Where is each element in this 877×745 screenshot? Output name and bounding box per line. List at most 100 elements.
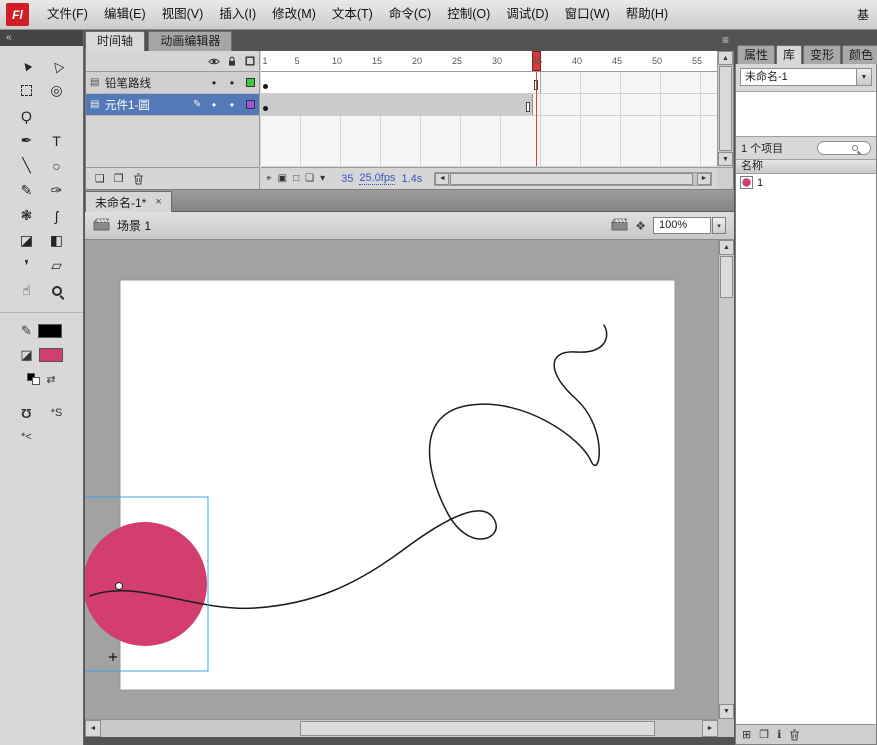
paint-bucket-tool[interactable]: ◪	[12, 229, 42, 252]
timeline-h-scrollbar[interactable]: ◄ ►	[434, 172, 712, 186]
scroll-right-button[interactable]: ►	[697, 173, 711, 185]
tab-motion-editor[interactable]: 动画编辑器	[148, 31, 232, 51]
frame-row[interactable]	[261, 94, 717, 116]
library-search-input[interactable]	[817, 141, 871, 155]
menu-item-help[interactable]: 帮助(H)	[618, 0, 676, 29]
tab-timeline[interactable]: 时间轴	[85, 31, 145, 51]
library-document-select[interactable]: 未命名-1 ▼	[740, 68, 872, 86]
default-colors-button[interactable]	[27, 373, 40, 385]
properties-button[interactable]: ℹ	[777, 728, 781, 741]
center-frame-icon[interactable]: ⌖	[266, 173, 272, 184]
stage-v-scrollbar[interactable]: ▲ ▼	[718, 240, 734, 719]
oval-tool[interactable]: ○	[42, 154, 72, 177]
menu-item-modify[interactable]: 修改(M)	[264, 0, 324, 29]
scene-name[interactable]: 场景 1	[117, 217, 151, 234]
new-folder-button[interactable]: ❐	[759, 728, 769, 741]
subselection-tool[interactable]: △	[42, 54, 72, 77]
line-tool[interactable]: ╲	[12, 154, 42, 177]
snap-to-objects-button[interactable]: Ω	[12, 403, 42, 423]
scrollbar-track[interactable]	[718, 65, 733, 152]
show-hide-all-layers-icon[interactable]	[205, 57, 223, 66]
scroll-up-button[interactable]: ▲	[719, 240, 734, 255]
bone-tool[interactable]: ʃ	[42, 204, 72, 227]
scroll-down-button[interactable]: ▼	[718, 152, 733, 166]
layer-outline-swatch[interactable]	[246, 100, 255, 109]
scrollbar-thumb[interactable]	[720, 256, 733, 298]
pencil-mode-alt-button[interactable]: *<	[12, 427, 42, 447]
zoom-dropdown-button[interactable]: ▾	[712, 217, 726, 234]
layer-lock-dot[interactable]: •	[223, 98, 241, 112]
pencil-tool[interactable]: ✎	[12, 179, 42, 202]
menu-item-window[interactable]: 窗口(W)	[557, 0, 618, 29]
deco-tool[interactable]: ❃	[12, 204, 42, 227]
layer-lock-dot[interactable]: •	[223, 76, 241, 90]
scroll-up-button[interactable]: ▲	[718, 51, 733, 65]
scrollbar-thumb[interactable]	[450, 173, 693, 185]
scroll-left-button[interactable]: ◄	[85, 720, 101, 737]
stroke-color-swatch[interactable]	[38, 324, 62, 338]
current-frame-indicator[interactable]: 35	[341, 173, 353, 185]
layer-name[interactable]: 铅笔路线	[105, 75, 205, 91]
panel-menu-icon[interactable]: ≡	[722, 33, 729, 47]
menu-item-view[interactable]: 视图(V)	[154, 0, 212, 29]
delete-layer-button[interactable]	[133, 173, 144, 185]
close-icon[interactable]: ×	[155, 196, 161, 208]
scroll-right-button[interactable]: ►	[702, 720, 718, 737]
layer-name[interactable]: 元件1-圆	[105, 97, 193, 113]
document-tab[interactable]: 未命名-1* ×	[85, 191, 172, 212]
menu-item-commands[interactable]: 命令(C)	[381, 0, 439, 29]
layer-visibility-dot[interactable]: •	[205, 98, 223, 112]
menu-item-file[interactable]: 文件(F)	[39, 0, 96, 29]
stage-rect[interactable]	[120, 280, 675, 690]
outline-all-layers-icon[interactable]	[241, 56, 259, 66]
lock-all-layers-icon[interactable]	[223, 56, 241, 67]
tab-properties[interactable]: 属性	[737, 45, 775, 64]
onion-skin-outlines-icon[interactable]: □	[293, 173, 299, 184]
onion-skin-icon[interactable]: ▣	[278, 173, 287, 184]
modify-markers-icon[interactable]: ▾	[320, 173, 325, 184]
new-symbol-button[interactable]: ⊞	[742, 728, 751, 741]
menu-item-edit[interactable]: 编辑(E)	[96, 0, 154, 29]
tab-color[interactable]: 颜色	[842, 45, 877, 64]
workspace-switcher[interactable]: 基	[857, 6, 871, 23]
frame-row[interactable]	[261, 72, 717, 94]
scroll-down-button[interactable]: ▼	[719, 704, 734, 719]
selection-tool[interactable]: ▲	[12, 54, 42, 77]
new-folder-button[interactable]: ❐	[114, 172, 124, 185]
zoom-level-input[interactable]: 100%	[653, 217, 711, 234]
edit-scene-button[interactable]	[611, 218, 628, 234]
brush-tool[interactable]: ✑	[42, 179, 72, 202]
tab-library[interactable]: 库	[776, 45, 802, 64]
collapse-panel-button[interactable]: «	[0, 30, 83, 46]
ink-bottle-tool[interactable]: ◧	[42, 229, 72, 252]
frame-span-symbol-circle[interactable]	[261, 94, 533, 115]
tab-transform[interactable]: 变形	[803, 45, 841, 64]
stage-canvas[interactable]	[85, 240, 718, 719]
app-logo[interactable]: Fl	[6, 3, 29, 26]
library-name-column-header[interactable]: 名称	[736, 159, 876, 174]
eraser-tool[interactable]: ▱	[42, 254, 72, 277]
3d-rotation-tool[interactable]: ◎	[42, 79, 72, 102]
symbol-circle[interactable]	[85, 522, 207, 646]
free-transform-tool[interactable]	[12, 79, 42, 102]
scrollbar-thumb[interactable]	[300, 721, 655, 736]
scrollbar-thumb[interactable]	[719, 66, 732, 151]
menu-item-text[interactable]: 文本(T)	[324, 0, 381, 29]
fill-color-swatch[interactable]	[39, 348, 63, 362]
eyedropper-tool[interactable]: ❜	[12, 254, 42, 277]
pen-tool[interactable]: ✒	[12, 129, 42, 152]
scroll-left-button[interactable]: ◄	[435, 173, 449, 185]
stage-h-scrollbar[interactable]: ◄ ►	[85, 719, 718, 737]
layer-outline-swatch[interactable]	[246, 78, 255, 87]
edit-multiple-frames-icon[interactable]: ❏	[305, 173, 314, 184]
timeline-ruler[interactable]: 1 5 10 15 20 25 30 35 40 45 50 55	[261, 51, 717, 72]
frames-grid[interactable]: 1 5 10 15 20 25 30 35 40 45 50 55	[261, 51, 717, 166]
menu-item-insert[interactable]: 插入(I)	[211, 0, 264, 29]
layer-visibility-dot[interactable]: •	[205, 76, 223, 90]
lasso-tool[interactable]: Ϙ	[12, 104, 42, 127]
new-layer-button[interactable]: ❏	[95, 172, 105, 185]
timeline-v-scrollbar[interactable]: ▲ ▼	[717, 51, 733, 166]
swap-colors-button[interactable]: ⇄	[46, 373, 55, 386]
frame-rate-indicator[interactable]: 25.0fps	[359, 172, 395, 185]
zoom-tool[interactable]	[42, 279, 72, 302]
